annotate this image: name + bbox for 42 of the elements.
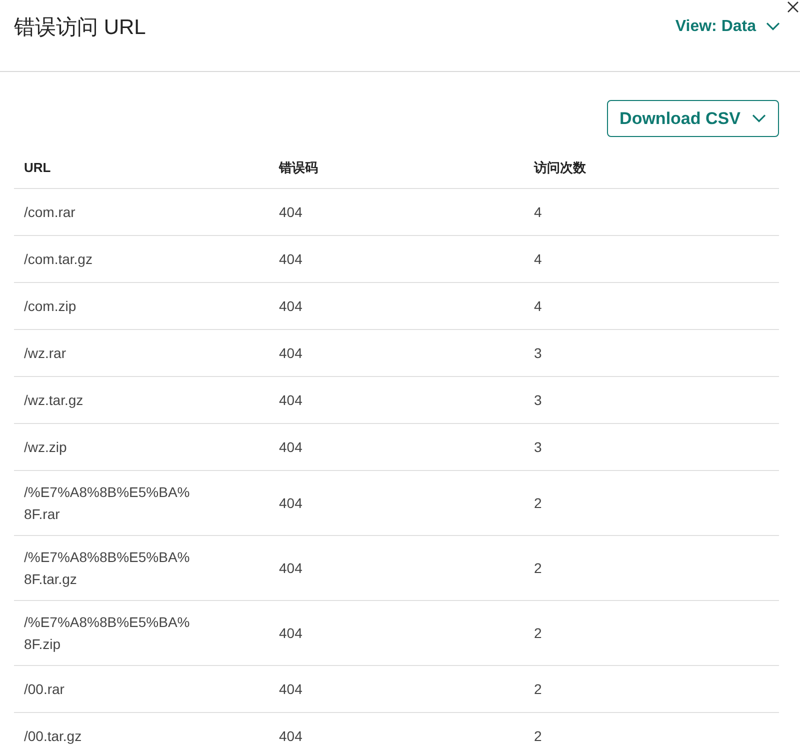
table-cell-text: 2 [533, 727, 543, 746]
table-cell-text: /wz.rar [24, 344, 67, 363]
table-cell-text: 3 [533, 391, 543, 410]
table-cell-text: 2 [533, 680, 543, 699]
table-cell-text: 404 [278, 297, 304, 316]
table-cell-text: /%E7%A8%8B%E5%BA%8F.zip [24, 613, 191, 654]
table-cell-text: /wz.tar.gz [24, 391, 84, 410]
table-cell-text: 2 [533, 494, 543, 513]
chevron-down-icon [752, 114, 766, 123]
table-cell-text: /com.zip [24, 297, 78, 316]
table-cell-text: /wz.zip [24, 438, 68, 457]
table-cell-text: /00.tar.gz [24, 727, 83, 746]
close-icon[interactable] [786, 0, 800, 14]
table-cell-text: /com.tar.gz [24, 250, 94, 269]
column-header: URL [23, 159, 52, 177]
table-cell-text: 404 [278, 494, 304, 513]
table-cell-text: 404 [278, 624, 304, 643]
table-cell-text: 3 [533, 344, 543, 363]
column-header: 错误码 [278, 159, 319, 177]
table-cell-text: 3 [533, 438, 543, 457]
table-cell-text: 404 [278, 344, 304, 363]
table-cell-text: /com.rar [24, 203, 76, 222]
table-cell-text: 404 [278, 727, 304, 746]
table-cell-text: 4 [533, 250, 543, 269]
table-cell-text: 4 [533, 297, 543, 316]
table-cell-text: 404 [278, 203, 304, 222]
table-cell-text: 404 [278, 438, 304, 457]
table-cell-text: 2 [533, 559, 543, 578]
chevron-down-icon [766, 22, 780, 31]
view-menu[interactable]: View: Data [675, 18, 780, 36]
table-cell-text: /%E7%A8%8B%E5%BA%8F.rar [24, 483, 191, 524]
table-cell-text: /%E7%A8%8B%E5%BA%8F.tar.gz [24, 548, 191, 589]
table-cell-text: 404 [278, 559, 304, 578]
table-cell-text: 2 [533, 624, 543, 643]
table-cell-text: 404 [278, 391, 304, 410]
table-cell-text: 4 [533, 203, 543, 222]
dialog-title: 错误访问 URL [14, 14, 146, 40]
column-header: 访问次数 [532, 159, 587, 177]
table-cell-text: 404 [278, 250, 304, 269]
download-csv-button[interactable]: Download CSV [607, 100, 779, 137]
table-cell-text: /00.rar [24, 680, 66, 699]
table-cell-text: 404 [278, 680, 304, 699]
